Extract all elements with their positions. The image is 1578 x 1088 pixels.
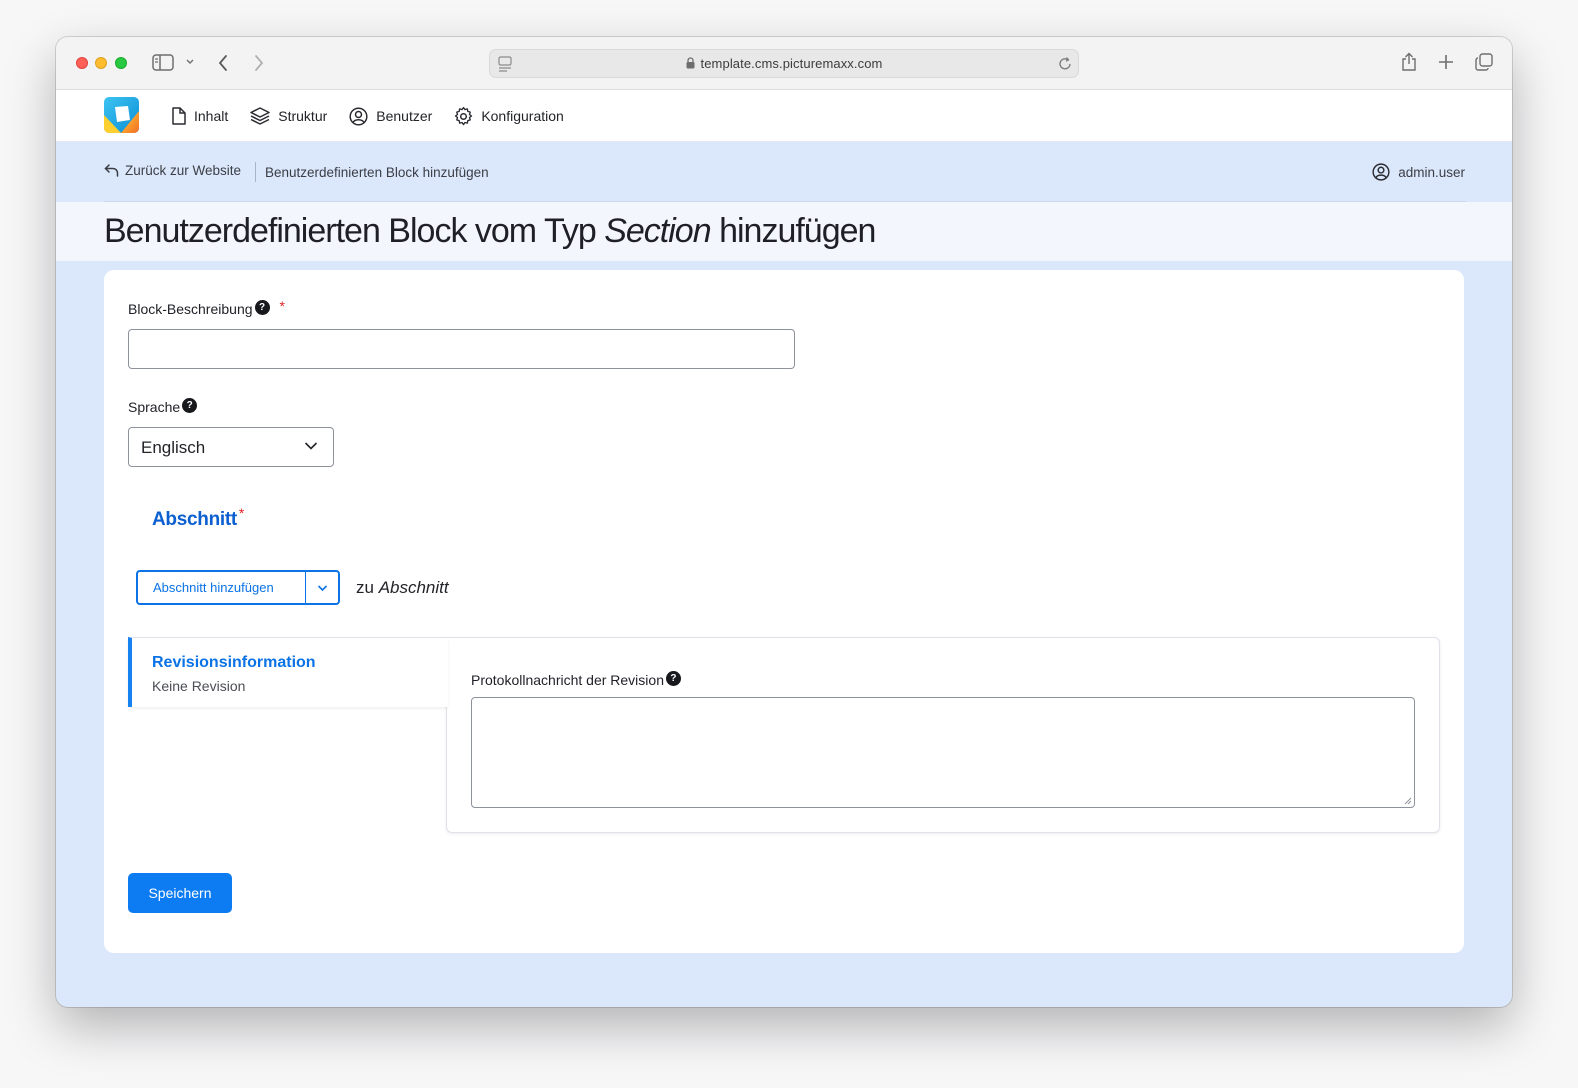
back-arrow-icon[interactable] [217, 53, 229, 73]
menu-item-label: Konfiguration [481, 108, 564, 124]
admin-menu: Inhalt Struktur Benutzer Konfiguration [171, 90, 586, 142]
section-field-title: Abschnitt * [152, 505, 244, 531]
form-card: Block-Beschreibung ? * Sprache ? Englisc… [104, 270, 1464, 953]
chevron-down-icon [304, 442, 318, 450]
target-prefix: zu [356, 578, 379, 597]
sidebar-toggle-icon[interactable] [152, 54, 174, 71]
page-title-suffix: hinzufügen [710, 212, 876, 250]
resize-handle-icon[interactable] [1403, 796, 1412, 805]
chevron-down-icon [317, 584, 327, 591]
menu-item-struktur[interactable]: Struktur [250, 90, 337, 142]
layers-icon [250, 107, 270, 125]
forward-arrow-icon[interactable] [253, 53, 265, 73]
menu-item-label: Inhalt [194, 108, 229, 124]
url-text: template.cms.picturemaxx.com [490, 56, 1078, 72]
revision-log-textarea[interactable] [471, 697, 1415, 808]
target-name: Abschnitt [378, 578, 449, 597]
page-title-block-type: Section [604, 212, 711, 250]
page-title-prefix: Benutzerdefinierten Block vom Typ [104, 212, 605, 250]
browser-titlebar: template.cms.picturemaxx.com [56, 37, 1512, 90]
revision-tab-summary: Keine Revision [152, 678, 246, 694]
site-logo[interactable] [104, 97, 139, 133]
tab-revision-information[interactable]: Revisionsinformation Keine Revision [128, 637, 448, 707]
close-window-button[interactable] [76, 57, 88, 69]
language-label: Sprache ? [128, 397, 198, 415]
lock-icon [686, 57, 695, 72]
help-icon[interactable]: ? [665, 670, 681, 686]
minimize-window-button[interactable] [95, 57, 107, 69]
user-circle-icon [1372, 163, 1390, 181]
revision-log-label-text: Protokollnachricht der Revision [471, 672, 664, 688]
revision-log-label: Protokollnachricht der Revision ? [471, 670, 681, 688]
add-section-target: zu Abschnitt [356, 578, 449, 598]
section-title-text: Abschnitt [152, 509, 237, 530]
revision-tab-title: Revisionsinformation [152, 654, 316, 671]
page-title: Benutzerdefinierten Block vom Typ Sectio… [104, 212, 876, 251]
address-bar[interactable]: template.cms.picturemaxx.com [489, 49, 1079, 78]
menu-item-inhalt[interactable]: Inhalt [171, 90, 238, 142]
revision-vertical-tabs: Revisionsinformation Keine Revision Prot… [128, 637, 1440, 833]
chevron-down-icon[interactable] [185, 58, 195, 66]
user-circle-icon [349, 106, 368, 126]
block-description-input[interactable] [128, 329, 795, 369]
share-icon[interactable] [1401, 52, 1417, 72]
menu-item-benutzer[interactable]: Benutzer [349, 90, 442, 142]
browser-window: template.cms.picturemaxx.com Inhalt Stru… [56, 37, 1512, 1007]
description-label-text: Block-Beschreibung [128, 301, 253, 317]
page-title-region: Benutzerdefinierten Block vom Typ Sectio… [56, 202, 1512, 261]
gear-icon [455, 106, 473, 125]
add-section-dropdown-toggle[interactable] [306, 572, 338, 603]
username: admin.user [1398, 164, 1465, 180]
menu-item-label: Struktur [278, 108, 328, 124]
zoom-window-button[interactable] [115, 57, 127, 69]
menu-item-konfiguration[interactable]: Konfiguration [454, 90, 574, 142]
add-section-button[interactable]: Abschnitt hinzufügen [138, 572, 306, 603]
new-tab-icon[interactable] [1438, 54, 1454, 70]
admin-toolbar: Inhalt Struktur Benutzer Konfiguration [56, 90, 1512, 142]
reload-icon[interactable] [1058, 56, 1072, 71]
required-marker: * [279, 298, 285, 314]
back-link-label: Zurück zur Website [125, 163, 242, 178]
back-to-website-link[interactable]: Zurück zur Website [104, 163, 241, 178]
breadcrumb-separator [255, 162, 256, 182]
save-button[interactable]: Speichern [128, 873, 232, 913]
tab-overview-icon[interactable] [1475, 53, 1493, 71]
help-icon[interactable]: ? [182, 397, 198, 413]
required-marker: * [238, 505, 245, 521]
add-section-split-button: Abschnitt hinzufügen [136, 570, 340, 605]
breadcrumb: Zurück zur Website Benutzerdefinierten B… [56, 143, 1512, 201]
language-select[interactable]: Englisch [128, 427, 334, 467]
help-icon[interactable]: ? [254, 299, 270, 315]
language-label-text: Sprache [128, 399, 181, 415]
document-icon [172, 107, 186, 125]
breadcrumb-current: Benutzerdefinierten Block hinzufügen [265, 165, 489, 180]
url-value: template.cms.picturemaxx.com [700, 56, 883, 71]
language-selected-value: Englisch [141, 438, 206, 457]
revision-tab-panel: Protokollnachricht der Revision ? [446, 637, 1440, 833]
user-account-link[interactable]: admin.user [1372, 163, 1465, 181]
return-arrow-icon [104, 164, 119, 177]
menu-item-label: Benutzer [376, 108, 433, 124]
description-label: Block-Beschreibung ? * [128, 298, 285, 317]
